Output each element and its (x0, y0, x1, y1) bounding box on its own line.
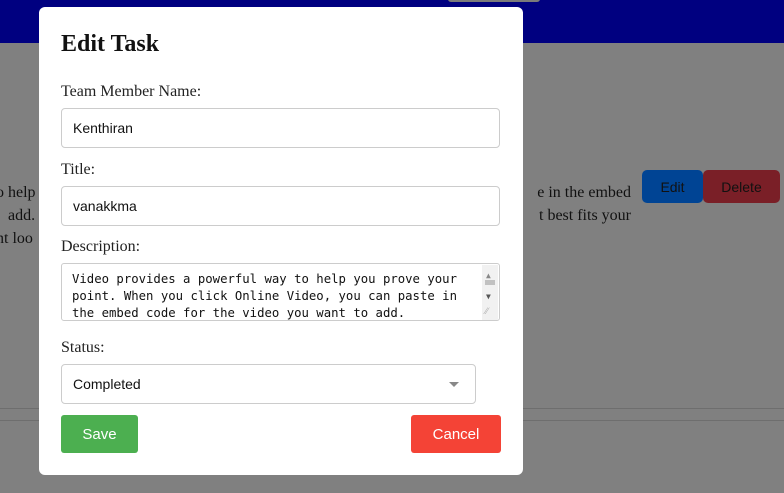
bg-line: nt loo (0, 230, 33, 247)
bg-line: t best fits your (539, 207, 631, 224)
modal-title: Edit Task (61, 31, 160, 57)
delete-button: Delete (703, 170, 780, 203)
scroll-down-icon[interactable]: ▼ (486, 288, 491, 305)
bg-line: e in the embed (537, 184, 631, 201)
scroll-thumb[interactable] (485, 280, 495, 285)
chevron-down-icon (449, 381, 459, 387)
status-value: Completed (73, 376, 141, 392)
bg-line: o help (0, 184, 36, 201)
description-text: Video provides a powerful way to help yo… (72, 272, 457, 320)
description-textarea[interactable]: Video provides a powerful way to help yo… (61, 263, 500, 321)
save-button[interactable]: Save (61, 415, 138, 453)
background-text-right: e in the embed t best fits your (537, 181, 631, 227)
scrollbar[interactable]: ▲ ▼ ⁄⁄ (482, 265, 498, 320)
status-select[interactable]: Completed (61, 364, 476, 404)
edit-button: Edit (642, 170, 703, 203)
title-label: Title: (61, 161, 96, 178)
team-member-name-input[interactable]: Kenthiran (61, 108, 500, 148)
background-text-left: o help add. nt loo (0, 181, 36, 250)
title-input[interactable]: vanakkma (61, 186, 500, 226)
resize-handle-icon[interactable]: ⁄⁄ (485, 304, 488, 320)
header-element (448, 0, 540, 2)
name-label: Team Member Name: (61, 83, 202, 100)
cancel-button[interactable]: Cancel (411, 415, 501, 453)
status-label: Status: (61, 339, 105, 356)
edit-task-modal: Edit Task Team Member Name: Kenthiran Ti… (39, 7, 523, 475)
bg-line: add. (8, 207, 36, 224)
description-label: Description: (61, 238, 141, 255)
